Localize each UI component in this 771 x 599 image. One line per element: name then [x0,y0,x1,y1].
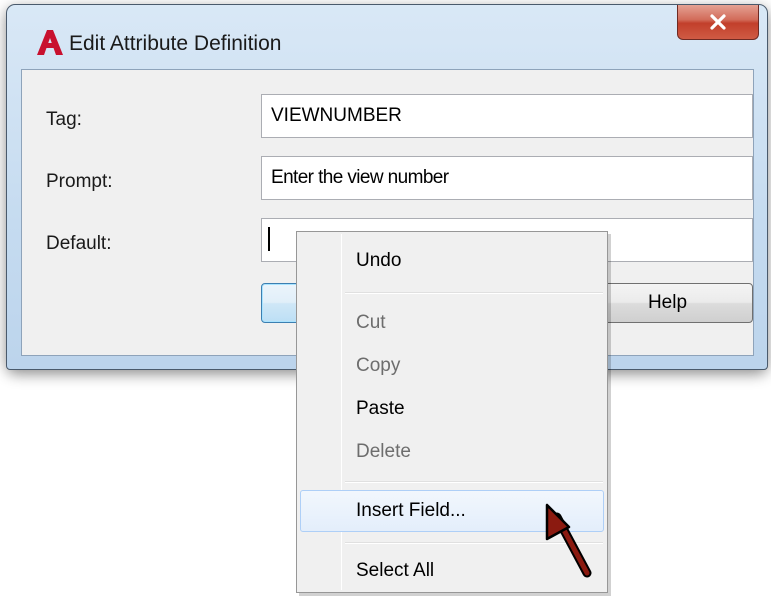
arrow-pointer-icon [545,503,592,578]
menu-item-cut[interactable]: Cut [300,302,604,344]
tag-field[interactable]: VIEWNUMBER [261,94,753,138]
tag-value: VIEWNUMBER [271,105,402,126]
menu-item-copy[interactable]: Copy [300,345,604,387]
menu-item-undo-label: Undo [356,250,402,271]
menu-separator [345,481,603,483]
menu-item-paste[interactable]: Paste [300,388,604,430]
autocad-logo-icon [37,30,63,55]
prompt-field[interactable]: Enter the view number [261,156,753,200]
prompt-value: Enter the view number [271,167,449,188]
menu-item-delete[interactable]: Delete [300,431,604,473]
title-bar[interactable]: Edit Attribute Definition [7,5,767,73]
menu-item-paste-label: Paste [356,398,405,419]
prompt-label: Prompt: [46,171,113,192]
menu-separator [345,292,603,294]
menu-item-cut-label: Cut [356,312,386,333]
close-x-icon [710,13,726,30]
menu-item-select-all-label: Select All [356,560,435,581]
tag-label: Tag: [46,109,82,130]
menu-item-insert-field-label: Insert Field... [356,500,466,521]
menu-item-delete-label: Delete [356,441,411,462]
text-caret [268,227,270,251]
menu-item-undo[interactable]: Undo [300,240,604,282]
default-label: Default: [46,233,112,254]
menu-item-copy-label: Copy [356,355,401,376]
window-title: Edit Attribute Definition [69,32,282,55]
close-button[interactable] [677,5,759,40]
help-label: Help [647,292,688,313]
